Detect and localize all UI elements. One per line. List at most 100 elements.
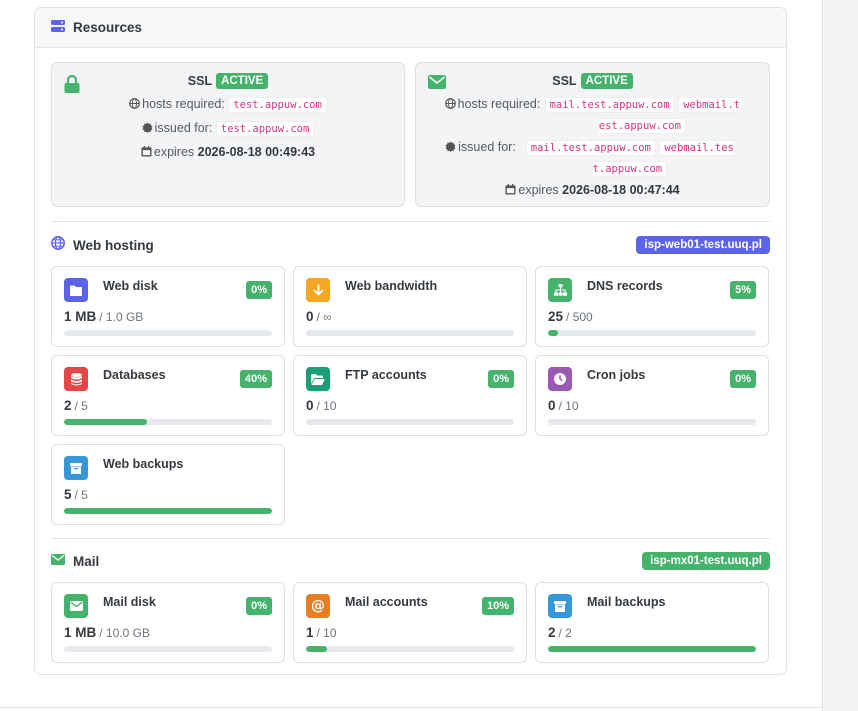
status-badge: ACTIVE: [216, 73, 269, 89]
expires-date: 2026-08-18 00:49:43: [197, 145, 316, 159]
database-icon: [64, 367, 88, 391]
usage-used: 5: [64, 487, 72, 502]
usage-progress-fill: [64, 419, 148, 425]
globe-icon: [51, 235, 65, 255]
issued-label: issued for:: [458, 140, 516, 154]
folder-icon: [64, 278, 88, 302]
issued-code: mail.test.appuw.com: [525, 140, 656, 156]
web-hosting-header: Web hosting isp-web01-test.uuq.pl: [51, 235, 770, 255]
tile-name: Web backups: [103, 457, 184, 471]
usage-progress-fill: [548, 646, 756, 652]
usage-limit: / 5: [74, 488, 88, 502]
usage-progress-fill: [64, 508, 272, 514]
archive-icon: [64, 456, 88, 480]
ssl-box-web: SSL ACTIVE hosts required: test.appuw.com…: [51, 62, 405, 207]
expires-label: expires: [153, 145, 195, 159]
issued-code: test.appuw.com: [215, 121, 315, 137]
usage-percent-badge: 5%: [730, 281, 756, 299]
usage-percent-badge: 40%: [239, 370, 272, 388]
usage-used: 1: [306, 625, 314, 640]
globe-icon: [129, 97, 142, 111]
usage-progress-bar: [548, 419, 756, 425]
ssl-label: SSL: [552, 74, 577, 88]
usage-used: 25: [548, 309, 564, 324]
expires-date: 2026-08-18 00:47:44: [562, 183, 680, 197]
resource-tile-mail-disk: Mail disk 0% 1 MB/ 10.0 GB: [51, 582, 285, 663]
calendar-icon: [505, 183, 518, 197]
usage-progress-fill: [306, 646, 327, 652]
usage-used: 2: [548, 625, 556, 640]
resource-tile-web-disk: Web disk 0% 1 MB/ 1.0 GB: [51, 266, 285, 347]
usage-percent-badge: 0%: [246, 597, 272, 615]
status-badge: ACTIVE: [580, 73, 633, 89]
arrow-down-icon: [306, 278, 330, 302]
envelope-icon: [51, 552, 65, 570]
usage-progress-bar: [64, 508, 272, 514]
usage-limit: / 2: [558, 626, 572, 640]
tile-name: Databases: [103, 368, 166, 382]
resource-tile-databases: Databases 40% 2/ 5: [51, 355, 285, 436]
card-header: Resources: [35, 8, 786, 48]
ssl-box-mail: SSL ACTIVE hosts required: mail.test.appu…: [415, 62, 770, 207]
usage-progress-bar: [306, 646, 514, 652]
resource-tile-dns-records: DNS records 5% 25/ 500: [535, 266, 769, 347]
resource-tile-mail-backups: Mail backups 2/ 2: [535, 582, 769, 663]
hosts-label: hosts required:: [142, 97, 225, 111]
usage-limit: / 5: [74, 399, 88, 413]
tile-name: Web disk: [103, 279, 158, 293]
usage-limit: / ∞: [316, 310, 332, 324]
usage-percent-badge: 0%: [730, 370, 756, 388]
expires-label: expires: [518, 183, 559, 197]
issued-label: issued for:: [154, 121, 213, 135]
tile-name: FTP accounts: [345, 368, 427, 382]
tile-name: Web bandwidth: [345, 279, 438, 293]
clock-icon: [548, 367, 572, 391]
usage-percent-badge: 0%: [246, 281, 272, 299]
resource-tile-web-backups: Web backups 5/ 5: [51, 444, 285, 525]
at-icon: @: [306, 594, 330, 618]
resource-tile-cron-jobs: Cron jobs 0% 0/ 10: [535, 355, 769, 436]
usage-progress-bar: [64, 419, 272, 425]
hosts-label: hosts required:: [457, 97, 541, 111]
usage-progress-fill: [548, 330, 559, 336]
section-divider: [51, 538, 770, 539]
host-code: test.appuw.com: [228, 97, 327, 113]
usage-used: 0: [306, 398, 314, 413]
usage-used: 0: [306, 309, 314, 324]
tile-name: Mail disk: [103, 595, 156, 609]
usage-progress-bar: [64, 330, 272, 336]
archive-icon: [548, 594, 572, 618]
certificate-icon: [445, 140, 458, 154]
envelope-icon: [64, 594, 88, 618]
web-server-badge: isp-web01-test.uuq.pl: [636, 236, 770, 254]
ssl-label: SSL: [187, 74, 213, 88]
resources-card: Resources SSL ACTIVE hosts required: test…: [34, 7, 787, 675]
usage-used: 0: [548, 398, 556, 413]
section-divider: [51, 221, 770, 222]
tile-name: Cron jobs: [587, 368, 646, 382]
usage-percent-badge: 0%: [488, 370, 514, 388]
calendar-icon: [141, 145, 154, 159]
tile-name: DNS records: [587, 279, 663, 293]
right-gutter: [822, 0, 858, 711]
bottom-divider: [0, 707, 822, 708]
tile-name: Mail backups: [587, 595, 666, 609]
host-code: mail.test.appuw.com: [544, 97, 675, 113]
usage-limit: / 1.0 GB: [99, 310, 144, 324]
usage-used: 2: [64, 398, 72, 413]
usage-progress-bar: [306, 419, 514, 425]
usage-progress-bar: [548, 646, 756, 652]
mail-title: Mail: [73, 553, 100, 569]
usage-progress-bar: [64, 646, 272, 652]
server-stack-icon: [51, 19, 65, 37]
usage-progress-bar: [306, 330, 514, 336]
usage-limit: / 10: [316, 399, 337, 413]
usage-limit: / 500: [566, 310, 593, 324]
mail-header: Mail isp-mx01-test.uuq.pl: [51, 551, 770, 571]
usage-used: 1 MB: [64, 309, 97, 324]
usage-percent-badge: 10%: [481, 597, 514, 615]
sitemap-icon: [548, 278, 572, 302]
usage-limit: / 10: [316, 626, 337, 640]
usage-limit: / 10: [558, 399, 579, 413]
usage-progress-bar: [548, 330, 756, 336]
